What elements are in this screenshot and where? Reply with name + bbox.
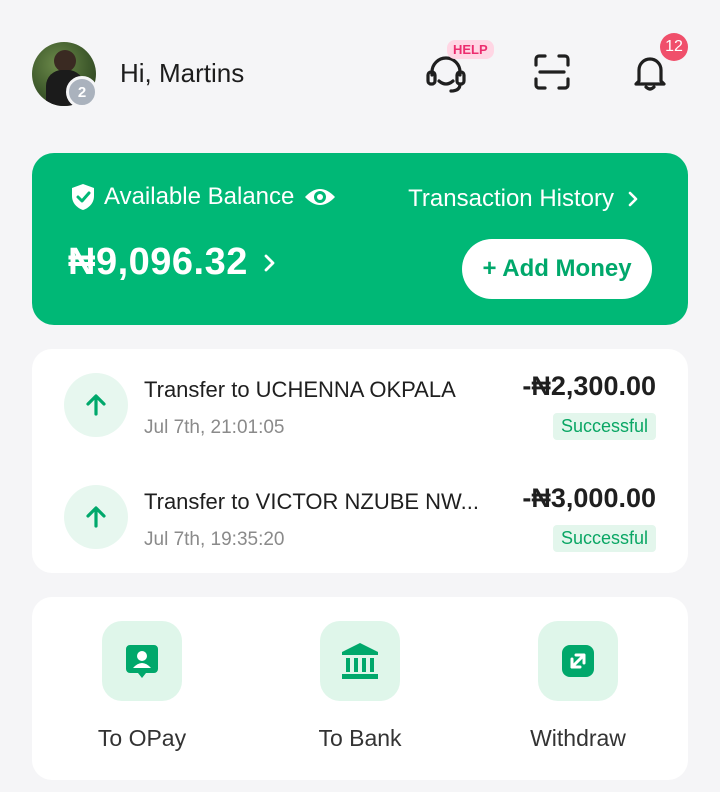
scan-button[interactable] [530, 50, 574, 94]
transaction-amount: -₦3,000.00 [522, 483, 656, 513]
top-header: 2 Hi, Martins HELP 12 [0, 0, 720, 150]
withdraw-button[interactable]: Withdraw [498, 621, 658, 761]
transaction-title: Transfer to UCHENNA OKPALA [144, 377, 456, 402]
scan-icon [534, 54, 570, 90]
transaction-row[interactable]: Transfer to VICTOR NZUBE NW... Jul 7th, … [32, 461, 688, 573]
help-tag: HELP [447, 40, 494, 59]
balance-card: Available Balance Transaction History ₦9… [32, 153, 688, 325]
transaction-history-link[interactable]: Transaction History [408, 185, 644, 213]
bank-icon [320, 621, 400, 701]
to-bank-label: To Bank [318, 725, 402, 751]
balance-value: ₦9,096.32 [68, 241, 248, 283]
withdraw-label: Withdraw [530, 725, 626, 751]
transfer-out-icon [64, 485, 128, 549]
status-badge: Successful [552, 413, 656, 440]
balance-amount[interactable]: ₦9,096.32 [68, 241, 282, 284]
eye-icon[interactable] [304, 186, 336, 208]
level-badge: 2 [66, 76, 98, 108]
withdraw-icon [538, 621, 618, 701]
notification-count-badge: 12 [660, 33, 688, 61]
available-balance-label: Available Balance [104, 183, 295, 210]
transaction-row[interactable]: Transfer to UCHENNA OKPALA Jul 7th, 21:0… [32, 349, 688, 461]
add-money-button[interactable]: + Add Money [462, 239, 652, 299]
greeting-text: Hi, Martins [120, 58, 245, 88]
transaction-amount: -₦2,300.00 [522, 371, 656, 401]
transaction-date: Jul 7th, 19:35:20 [144, 529, 285, 550]
avatar-head [54, 50, 76, 72]
bell-icon [634, 57, 666, 91]
status-badge: Successful [552, 525, 656, 552]
balance-label-row: Available Balance [70, 183, 336, 211]
transaction-title: Transfer to VICTOR NZUBE NW... [144, 489, 479, 514]
transaction-date: Jul 7th, 21:01:05 [144, 417, 285, 438]
to-opay-label: To OPay [97, 725, 187, 751]
transfer-out-icon [64, 373, 128, 437]
to-bank-button[interactable]: To Bank [280, 621, 440, 761]
chevron-right-icon [264, 254, 275, 271]
opay-user-icon [102, 621, 182, 701]
recent-transactions-card: Transfer to UCHENNA OKPALA Jul 7th, 21:0… [32, 349, 688, 573]
quick-actions-card: To OPay To Bank Withdraw [32, 597, 688, 780]
shield-check-icon [72, 184, 94, 210]
chevron-right-icon [628, 191, 638, 207]
transaction-history-label: Transaction History [408, 185, 614, 212]
to-opay-button[interactable]: To OPay [62, 621, 222, 761]
